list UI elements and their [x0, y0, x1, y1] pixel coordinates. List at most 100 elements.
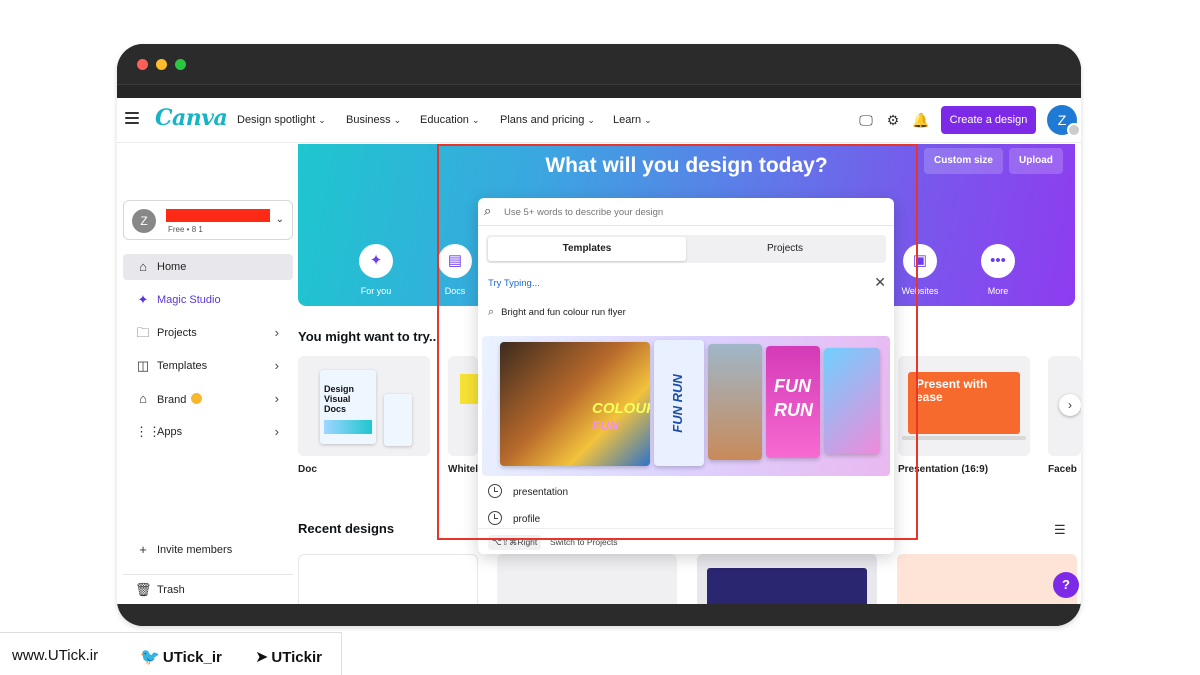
desktop-icon[interactable]: 🖵 — [858, 112, 874, 128]
history-clock-icon — [488, 484, 502, 498]
doc-thumb-text: Design Visual Docs — [324, 384, 355, 414]
chevron-down-icon: ⌄ — [275, 214, 284, 225]
preview-flyer-runners — [708, 344, 762, 460]
carousel-next-arrow[interactable]: › — [1059, 394, 1081, 416]
minimize-window-button[interactable] — [156, 59, 167, 70]
redacted-team-name — [166, 209, 270, 222]
nav-label: Business — [346, 114, 391, 126]
trash-icon: 🗑 — [135, 582, 152, 597]
chevron-down-icon: ⌄ — [318, 115, 326, 125]
canva-app: Canva Design spotlight ⌄ Business ⌄ Educat… — [117, 98, 1081, 604]
recent-design-thumb[interactable] — [497, 554, 677, 604]
chevron-right-icon: › — [274, 424, 279, 439]
doc-thumb-mobile — [384, 394, 412, 446]
sidebar-item-magic-studio[interactable]: ✦ Magic Studio — [123, 287, 293, 313]
create-design-button[interactable]: Create a design — [941, 106, 1036, 134]
nav-learn[interactable]: Learn ⌄ — [613, 114, 652, 126]
plus-icon: + — [139, 542, 147, 557]
quick-label-websites: Websites — [901, 286, 939, 296]
nav-design-spotlight[interactable]: Design spotlight ⌄ — [237, 114, 326, 126]
settings-gear-icon[interactable]: ⚙ — [885, 112, 901, 128]
notifications-bell-icon[interactable]: 🔔 — [912, 112, 929, 128]
close-window-button[interactable] — [137, 59, 148, 70]
nav-education[interactable]: Education ⌄ — [420, 114, 479, 126]
recent-search-item[interactable]: profile — [488, 511, 540, 525]
doc-card[interactable]: Design Visual Docs — [298, 356, 430, 456]
sidebar-item-home[interactable]: ⌂ Home — [123, 254, 293, 280]
preview-text: FUN RUN — [669, 374, 685, 433]
search-suggestion[interactable]: ⌕ Bright and fun colour run flyer — [488, 306, 626, 319]
maximize-window-button[interactable] — [175, 59, 186, 70]
invite-members-button[interactable]: + Invite members — [123, 537, 293, 563]
team-switcher[interactable]: Z Free • 8 1 ⌄ — [123, 200, 293, 240]
sidebar-item-trash[interactable]: 🗑 Trash — [123, 577, 293, 603]
apps-grid-icon: ⋮⋮ — [135, 424, 161, 439]
list-view-icon[interactable]: ☰ — [1054, 522, 1066, 538]
search-dropdown: ⌕ Templates Projects Try Typing... ✕ ⌕ Br… — [478, 198, 894, 554]
suggestion-preview-banner[interactable]: COLOUR FUN FUN RUN FUN RUN — [482, 336, 890, 476]
custom-size-button[interactable]: Custom size — [924, 148, 1003, 174]
sidebar-item-label: Brand — [157, 393, 203, 406]
keyboard-hint-bar: ⌥⇧⌘Right Switch to Projects — [478, 528, 894, 554]
sidebar-item-apps[interactable]: ⋮⋮ Apps › — [123, 419, 293, 445]
magic-search-icon: ⌕ — [488, 306, 495, 318]
preview-flyer-fun-run: FUN RUN — [654, 340, 704, 466]
website-link[interactable]: www.UTick.ir — [12, 647, 98, 664]
sidebar-item-projects[interactable]: 🗀 Projects › — [123, 320, 293, 346]
preview-text: FUN — [774, 376, 811, 396]
websites-icon[interactable]: ▣ — [903, 244, 937, 278]
telegram-link[interactable]: ➤ UTickir — [255, 647, 322, 667]
recent-design-thumb[interactable] — [897, 554, 1077, 604]
close-icon[interactable]: ✕ — [874, 274, 886, 291]
preview-text: FUN — [592, 418, 619, 433]
card-label-presentation: Presentation (16:9) — [898, 464, 989, 475]
quick-label-more: More — [987, 286, 1009, 296]
chevron-right-icon: › — [274, 325, 279, 340]
chevron-right-icon: › — [274, 358, 279, 373]
nav-label: Plans and pricing — [500, 114, 585, 126]
help-button[interactable]: ? — [1053, 572, 1079, 598]
avatar-letter: Z — [1057, 112, 1067, 128]
template-icon: ◫ — [136, 358, 150, 373]
nav-plans-pricing[interactable]: Plans and pricing ⌄ — [500, 114, 595, 126]
recent-design-thumb[interactable] — [298, 554, 478, 604]
more-icon[interactable]: ••• — [981, 244, 1015, 278]
docs-icon[interactable]: ▤ — [438, 244, 472, 278]
avatar-badge — [1067, 123, 1081, 137]
nav-business[interactable]: Business ⌄ — [346, 114, 401, 126]
whiteboard-card[interactable] — [448, 356, 478, 456]
recent-search-text: presentation — [513, 487, 569, 498]
recent-search-item[interactable]: presentation — [488, 484, 568, 498]
search-input[interactable] — [504, 203, 884, 221]
team-avatar: Z — [132, 209, 156, 233]
tab-templates[interactable]: Templates — [488, 237, 686, 261]
upload-button[interactable]: Upload — [1009, 148, 1063, 174]
preview-flyer-colour-fun: COLOUR FUN — [500, 342, 650, 466]
shortcut-key: ⌥⇧⌘Right — [488, 535, 542, 550]
sidebar-item-label: Projects — [157, 327, 197, 339]
twitter-link[interactable]: 🐦 UTick_ir — [140, 647, 222, 667]
search-tabs: Templates Projects — [486, 235, 886, 263]
tab-projects[interactable]: Projects — [686, 237, 884, 261]
preview-flyer-pink: FUN RUN — [766, 346, 820, 458]
account-avatar[interactable]: Z — [1047, 105, 1081, 137]
menu-icon[interactable] — [125, 112, 139, 126]
sidebar-item-brand[interactable]: ⌂ Brand › — [123, 386, 293, 412]
shortcut-description: Switch to Projects — [550, 537, 618, 547]
presentation-card[interactable]: Present with ease — [898, 356, 1030, 456]
crown-badge-icon — [191, 393, 203, 404]
window-bottom-bar — [117, 604, 1081, 626]
sidebar-divider — [123, 574, 293, 575]
for-you-sparkle-icon[interactable]: ✦ — [359, 244, 393, 278]
canva-logo[interactable]: Canva — [155, 105, 228, 131]
recent-designs-title: Recent designs — [298, 521, 395, 536]
browser-window: Canva Design spotlight ⌄ Business ⌄ Educat… — [117, 44, 1081, 626]
recent-design-thumb[interactable] — [697, 554, 877, 604]
preview-text: COLOUR — [592, 400, 650, 417]
sidebar-item-templates[interactable]: ◫ Templates › — [123, 353, 293, 379]
suggestion-text: Bright and fun colour run flyer — [501, 307, 626, 318]
card-label-doc: Doc — [298, 464, 317, 475]
search-bar: ⌕ — [478, 198, 894, 226]
whiteboard-thumb — [460, 374, 478, 404]
sidebar-item-label: Trash — [157, 584, 185, 596]
